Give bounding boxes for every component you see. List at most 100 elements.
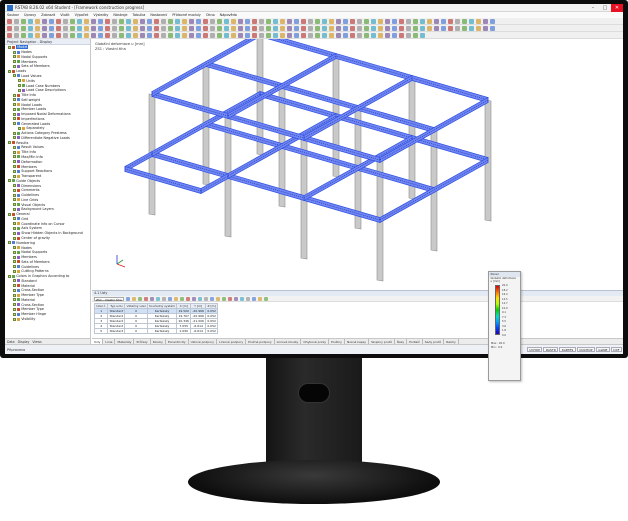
toolbar-button-icon[interactable] [294, 18, 299, 24]
toolbar-button-icon[interactable] [427, 25, 432, 31]
toolbar-button-icon[interactable] [441, 25, 446, 31]
toolbar-button-icon[interactable] [329, 32, 334, 38]
toolbar-button-icon[interactable] [371, 32, 376, 38]
table-cell[interactable]: 0.052 [205, 313, 219, 319]
toolbar-button-icon[interactable] [84, 25, 89, 31]
checkbox-icon[interactable] [13, 131, 16, 135]
nodes-table[interactable]: Uzel č. Typ uzlu Vztažný uzel Souřadný syst… [93, 303, 219, 334]
toolbar-button-icon[interactable] [287, 18, 292, 24]
checkbox-icon[interactable] [13, 160, 16, 164]
minimize-button[interactable]: – [587, 4, 599, 12]
toolbar-button-icon[interactable] [364, 32, 369, 38]
toolbar-button-icon[interactable] [455, 18, 460, 24]
table-row[interactable]: 3 Standard 0 Kartézský 20.346 -21.006 0.052 [93, 318, 219, 324]
toolbar-button-icon[interactable] [203, 32, 208, 38]
toolbar-button-icon[interactable] [273, 18, 278, 24]
toolbar-button-icon[interactable] [483, 18, 488, 24]
table-cell[interactable]: 0.052 [205, 328, 219, 334]
toolbar-button-icon[interactable] [336, 18, 341, 24]
toolbar-button-icon[interactable] [91, 18, 96, 24]
toolbar-button-icon[interactable] [126, 32, 131, 38]
menu-calculate[interactable]: Výpočet [75, 13, 89, 17]
toolbar-button-icon[interactable] [315, 25, 320, 31]
toolbar-button-icon[interactable] [7, 18, 12, 24]
toolbar-button-icon[interactable] [245, 25, 250, 31]
toolbar-button-icon[interactable] [112, 32, 117, 38]
menu-insert[interactable]: Vložit [60, 13, 69, 17]
toolbar-button-icon[interactable] [119, 18, 124, 24]
toolbar-button-icon[interactable] [28, 18, 33, 24]
table-toolbar-button-icon[interactable] [227, 296, 232, 301]
toolbar-button-icon[interactable] [161, 25, 166, 31]
navigator-item[interactable]: Visibility [5, 317, 90, 322]
toolbar-button-icon[interactable] [119, 32, 124, 38]
table-toolbar-button-icon[interactable] [263, 296, 268, 301]
toolbar-button-icon[interactable] [329, 18, 334, 24]
toolbar-button-icon[interactable] [280, 32, 285, 38]
checkbox-icon[interactable] [13, 169, 16, 173]
toolbar-button-icon[interactable] [322, 18, 327, 24]
checkbox-icon[interactable] [13, 279, 16, 283]
toolbar-button-icon[interactable] [399, 18, 404, 24]
toolbar-button-icon[interactable] [217, 18, 222, 24]
toolbar-button-icon[interactable] [385, 18, 390, 24]
checkbox-icon[interactable] [8, 212, 11, 216]
toolbar-button-icon[interactable] [105, 18, 110, 24]
toolbar-button-icon[interactable] [329, 25, 334, 31]
toolbar-button-icon[interactable] [56, 18, 61, 24]
toolbar-button-icon[interactable] [147, 25, 152, 31]
toolbar-button-icon[interactable] [217, 25, 222, 31]
toolbar-button-icon[interactable] [140, 32, 145, 38]
checkbox-icon[interactable] [13, 50, 16, 54]
table-toolbar-button-icon[interactable] [245, 296, 250, 301]
toolbar-button-icon[interactable] [70, 32, 75, 38]
checkbox-icon[interactable] [13, 107, 16, 111]
table-toolbar-button-icon[interactable] [185, 296, 190, 301]
checkbox-icon[interactable] [13, 165, 16, 169]
toolbar-button-icon[interactable] [469, 18, 474, 24]
table-toolbar-button-icon[interactable] [203, 296, 208, 301]
checkbox-icon[interactable] [13, 184, 16, 188]
toolbar-button-icon[interactable] [343, 18, 348, 24]
toolbar-button-icon[interactable] [189, 18, 194, 24]
toolbar-button-icon[interactable] [315, 18, 320, 24]
toolbar-button-icon[interactable] [126, 18, 131, 24]
toolbar-button-icon[interactable] [301, 25, 306, 31]
axis-x[interactable] [116, 263, 126, 268]
toolbar-button-icon[interactable] [35, 18, 40, 24]
table-toolbar-button-icon[interactable] [257, 296, 262, 301]
status-snap[interactable]: UCHOP [526, 347, 543, 352]
toolbar-button-icon[interactable] [196, 32, 201, 38]
toolbar-button-icon[interactable] [77, 32, 82, 38]
toolbar-button-icon[interactable] [448, 18, 453, 24]
table-cell[interactable]: Standard [107, 308, 126, 314]
table-column-header[interactable]: Uzel č. [93, 303, 109, 309]
checkbox-icon[interactable] [8, 241, 11, 245]
menu-window[interactable]: Okno [206, 13, 215, 17]
checkbox-icon[interactable] [8, 274, 11, 278]
toolbar-button-icon[interactable] [252, 18, 257, 24]
loadcase-select[interactable]: ZS1 - Vlastní tíha [94, 296, 124, 302]
table-toolbar-button-icon[interactable] [125, 296, 130, 301]
toolbar-button-icon[interactable] [413, 32, 418, 38]
tab-display[interactable]: Display [18, 340, 30, 344]
toolbar-button-icon[interactable] [154, 32, 159, 38]
checkbox-icon[interactable] [13, 303, 16, 307]
toolbar-button-icon[interactable] [203, 18, 208, 24]
table-cell[interactable]: Standard [107, 318, 126, 324]
toolbar-button-icon[interactable] [98, 18, 103, 24]
menu-view[interactable]: Zobrazit [41, 13, 55, 17]
table-cell[interactable]: 0.052 [205, 308, 219, 314]
toolbar-button-icon[interactable] [21, 25, 26, 31]
toolbar-button-icon[interactable] [266, 18, 271, 24]
toolbar-button-icon[interactable] [259, 25, 264, 31]
table-cell[interactable]: Standard [107, 323, 126, 329]
close-button[interactable]: ✕ [611, 4, 623, 12]
toolbar-button-icon[interactable] [490, 18, 495, 24]
table-column-header[interactable]: Souřadný systém [146, 303, 178, 309]
table-toolbar-button-icon[interactable] [155, 296, 160, 301]
toolbar-button-icon[interactable] [385, 25, 390, 31]
toolbar-button-icon[interactable] [112, 18, 117, 24]
toolbar-button-icon[interactable] [112, 25, 117, 31]
toolbar-button-icon[interactable] [182, 18, 187, 24]
